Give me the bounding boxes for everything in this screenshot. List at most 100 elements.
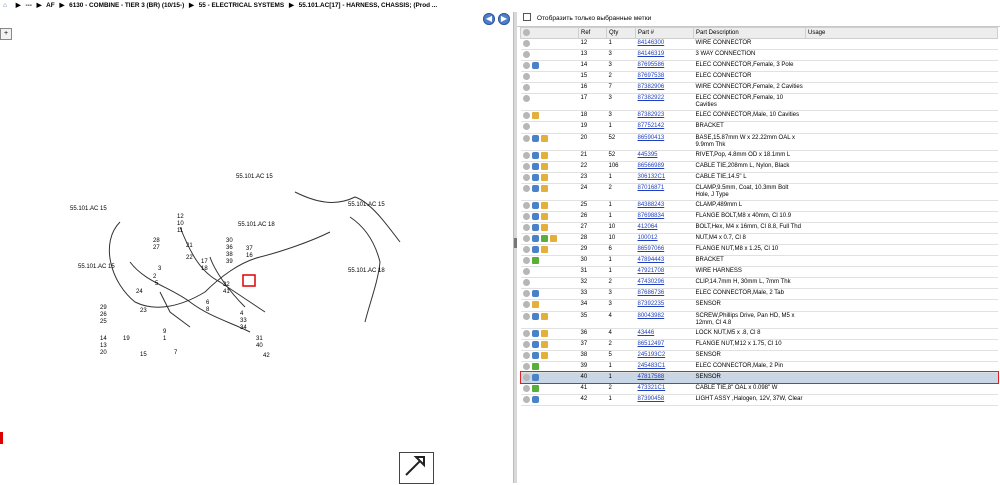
row-part-link[interactable]: 100012 bbox=[635, 233, 694, 246]
row-part-link[interactable]: 245483C1 bbox=[635, 361, 694, 373]
col-desc-header[interactable]: Part Description bbox=[693, 27, 806, 39]
next-page-button[interactable]: ▶ bbox=[498, 13, 510, 25]
table-row[interactable]: 39 1 245483C1 ELEC CONNECTOR,Male, 2 Pin bbox=[520, 361, 998, 373]
replace-arrow-icon[interactable] bbox=[531, 257, 539, 265]
box-icon[interactable] bbox=[540, 184, 548, 192]
info-icon[interactable] bbox=[522, 95, 530, 103]
row-part-link[interactable]: 80043982 bbox=[635, 311, 694, 329]
info-icon[interactable] bbox=[522, 112, 530, 120]
table-row[interactable]: 38 5 245193C2 SENSOR bbox=[520, 350, 998, 362]
info-icon[interactable] bbox=[522, 151, 530, 159]
cart-icon[interactable] bbox=[531, 173, 539, 181]
cart-icon[interactable] bbox=[531, 290, 539, 298]
table-row[interactable]: 16 7 87382906 WIRE CONNECTOR,Female, 2 Cavi… bbox=[520, 82, 998, 95]
info-icon[interactable] bbox=[522, 301, 530, 309]
box-icon[interactable] bbox=[540, 151, 548, 159]
cart-icon[interactable] bbox=[531, 151, 539, 159]
row-part-link[interactable]: 43446 bbox=[635, 328, 694, 340]
table-row[interactable]: 37 2 86512497 FLANGE NUT,M12 x 1.75, Cl 10 bbox=[520, 339, 998, 351]
row-part-link[interactable]: 86590413 bbox=[635, 133, 694, 151]
info-icon[interactable] bbox=[522, 290, 530, 298]
row-part-link[interactable]: 412064 bbox=[635, 222, 694, 235]
previous-page-button[interactable]: ◀ bbox=[483, 13, 495, 25]
table-row[interactable]: 14 3 87695586 ELEC CONNECTOR,Female, 3 Pole bbox=[520, 60, 998, 73]
cart-icon[interactable] bbox=[531, 212, 539, 220]
info-icon[interactable] bbox=[522, 134, 530, 142]
next-diagram-button[interactable] bbox=[399, 452, 434, 484]
row-part-link[interactable]: 84388243 bbox=[635, 200, 694, 212]
table-row[interactable]: 33 3 87686736 ELEC CONNECTOR,Male, 2 Tab bbox=[520, 288, 998, 301]
box-icon[interactable] bbox=[549, 235, 557, 243]
row-part-link[interactable]: 47430296 bbox=[635, 277, 694, 290]
row-part-link[interactable]: 86566989 bbox=[635, 161, 694, 173]
table-row[interactable]: 28 10 100012 NUT,M4 x 0.7, Cl 8 bbox=[520, 233, 998, 246]
row-part-link[interactable]: 445395 bbox=[635, 150, 694, 162]
breadcrumb-item[interactable]: 6130 - COMBINE - TIER 3 (BR) (10/15-) bbox=[69, 2, 184, 9]
info-icon[interactable] bbox=[522, 312, 530, 320]
box-icon[interactable] bbox=[540, 173, 548, 181]
row-part-link[interactable]: 87752142 bbox=[635, 121, 694, 134]
info-icon[interactable] bbox=[522, 51, 530, 59]
info-icon[interactable] bbox=[522, 162, 530, 170]
row-part-link[interactable]: 87382922 bbox=[635, 93, 694, 112]
table-row[interactable]: 24 2 87016871 CLAMP,9.5mm, Coat, 10.3mm Bol… bbox=[520, 183, 998, 201]
cart-icon[interactable] bbox=[531, 184, 539, 192]
info-icon[interactable] bbox=[522, 351, 530, 359]
row-part-link[interactable]: 87686736 bbox=[635, 288, 694, 301]
col-ref-header[interactable]: Ref bbox=[578, 27, 607, 39]
info-icon[interactable] bbox=[522, 362, 530, 370]
row-part-link[interactable]: 84146319 bbox=[635, 49, 694, 62]
box-icon[interactable] bbox=[540, 351, 548, 359]
box-icon[interactable] bbox=[531, 112, 539, 120]
breadcrumb-item[interactable]: 55 - ELECTRICAL SYSTEMS bbox=[199, 2, 284, 9]
info-icon[interactable] bbox=[522, 246, 530, 254]
info-icon[interactable] bbox=[522, 184, 530, 192]
breadcrumb-item[interactable]: AF bbox=[46, 2, 55, 9]
cart-icon[interactable] bbox=[531, 373, 539, 381]
table-row[interactable]: 27 10 412064 BOLT,Hex, M4 x 16mm, Cl 8.8, F… bbox=[520, 222, 998, 235]
table-row[interactable]: 21 52 445395 RIVET,Pop, 4.8mm OD x 18.1mm L bbox=[520, 150, 998, 162]
col-part-header[interactable]: Part # bbox=[635, 27, 694, 39]
cart-icon[interactable] bbox=[531, 223, 539, 231]
table-row[interactable]: 23 1 306132C1 CABLE TIE,14.5" L bbox=[520, 172, 998, 184]
cart-icon[interactable] bbox=[531, 340, 539, 348]
table-row[interactable]: 25 1 84388243 CLAMP,489mm L bbox=[520, 200, 998, 212]
box-icon[interactable] bbox=[540, 201, 548, 209]
row-part-link[interactable]: 87695586 bbox=[635, 60, 694, 73]
cart-icon[interactable] bbox=[531, 246, 539, 254]
col-qty-header[interactable]: Qty bbox=[606, 27, 636, 39]
table-row[interactable]: 35 4 80043982 SCREW,Phillips Drive, Pan HD,… bbox=[520, 311, 998, 329]
row-part-link[interactable]: 87382923 bbox=[635, 110, 694, 123]
replace-arrow-icon[interactable] bbox=[540, 235, 548, 243]
table-row[interactable]: 12 1 84146300 WIRE CONNECTOR bbox=[520, 38, 998, 51]
row-part-link[interactable]: 87390458 bbox=[635, 394, 694, 407]
box-icon[interactable] bbox=[540, 212, 548, 220]
box-icon[interactable] bbox=[540, 312, 548, 320]
info-icon[interactable] bbox=[522, 40, 530, 47]
row-part-link[interactable]: 306132C1 bbox=[635, 172, 694, 184]
info-icon[interactable] bbox=[522, 268, 530, 276]
table-row[interactable]: 13 3 84146319 3 WAY CONNECTION bbox=[520, 49, 998, 62]
box-icon[interactable] bbox=[540, 162, 548, 170]
row-part-link[interactable]: 47921708 bbox=[635, 266, 694, 279]
info-icon[interactable] bbox=[522, 396, 530, 404]
info-icon[interactable] bbox=[522, 212, 530, 220]
row-part-link[interactable]: 87697538 bbox=[635, 71, 694, 84]
row-part-link[interactable]: 87698834 bbox=[635, 211, 694, 223]
cart-icon[interactable] bbox=[531, 396, 539, 404]
box-icon[interactable] bbox=[540, 246, 548, 254]
row-part-link[interactable]: 87382906 bbox=[635, 82, 694, 95]
info-icon[interactable] bbox=[522, 201, 530, 209]
info-icon[interactable] bbox=[522, 235, 530, 243]
info-icon[interactable] bbox=[522, 279, 530, 287]
row-part-link[interactable]: 86512497 bbox=[635, 339, 694, 351]
info-icon[interactable] bbox=[522, 373, 530, 381]
cart-icon[interactable] bbox=[531, 235, 539, 243]
table-row[interactable]: 18 3 87382923 ELEC CONNECTOR,Male, 10 Cavit… bbox=[520, 110, 998, 123]
info-icon[interactable] bbox=[522, 223, 530, 231]
table-row[interactable]: 20 52 86590413 BASE,15.87mm W x 22.22mm OAL… bbox=[520, 133, 998, 151]
selected-callout-box[interactable] bbox=[242, 274, 256, 287]
table-row[interactable]: 26 1 87698834 FLANGE BOLT,M8 x 40mm, Cl 10.… bbox=[520, 211, 998, 223]
settings-icon[interactable] bbox=[523, 29, 530, 37]
table-row[interactable]: 31 1 47921708 WIRE HARNESS bbox=[520, 266, 998, 279]
